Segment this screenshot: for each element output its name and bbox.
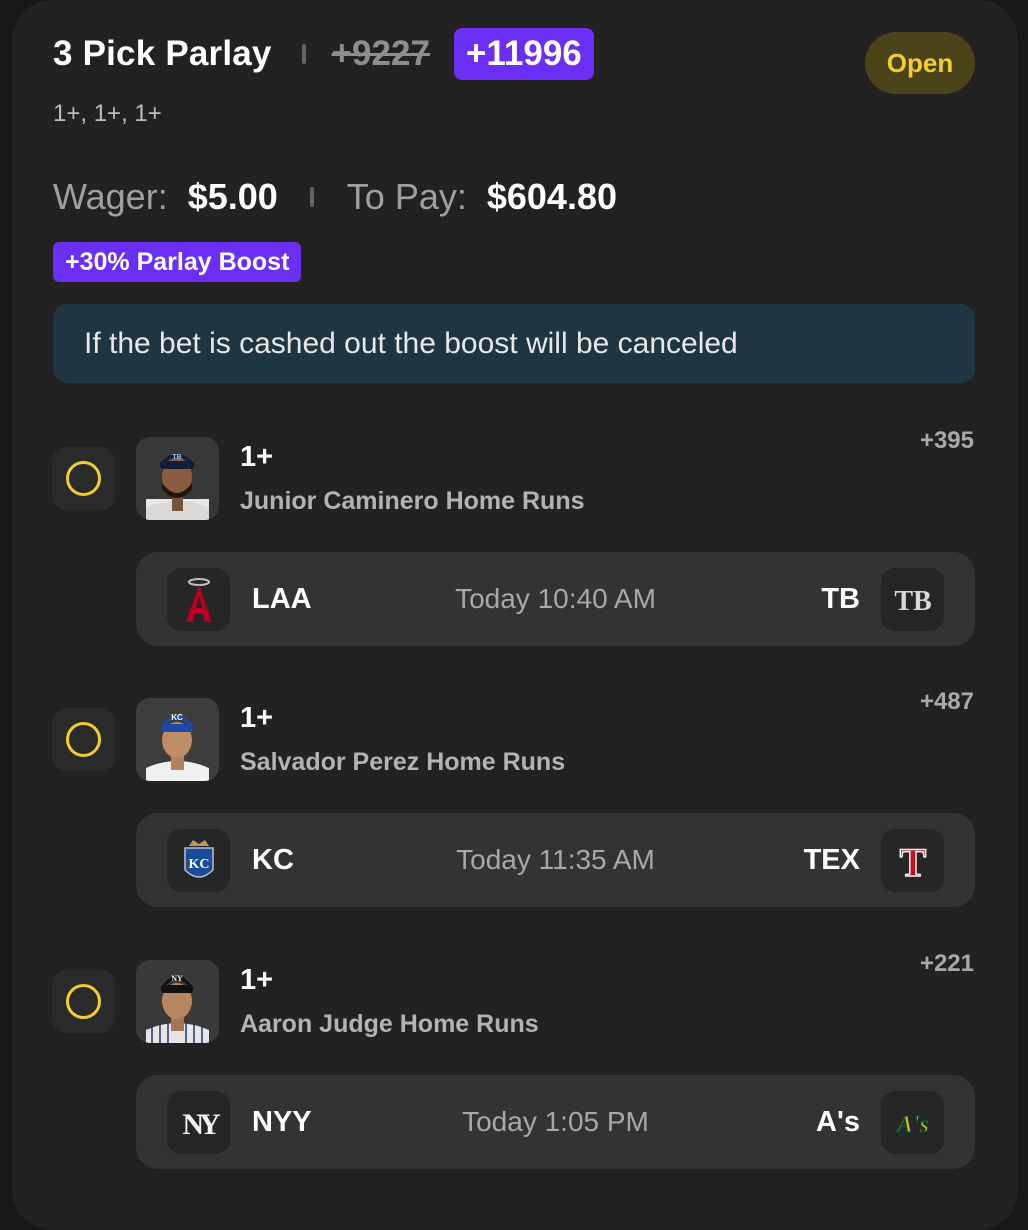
leg-odds: +221: [919, 950, 974, 977]
parlay-leg[interactable]: KC 1+ Salvador Perez Home Runs +487 KC K…: [0, 688, 1028, 938]
radio-unselected-icon: [66, 722, 101, 757]
wager-value: $5.00: [187, 176, 278, 217]
to-pay-value: $604.80: [486, 176, 617, 217]
parlay-boost-badge: +30% Parlay Boost: [53, 242, 302, 282]
legs-summary: 1+, 1+, 1+: [53, 100, 162, 127]
cashout-notice: If the bet is cashed out the boost will …: [53, 304, 975, 383]
player-headshot-icon: NY: [136, 960, 219, 1043]
player-headshot-icon: TB: [146, 453, 209, 520]
svg-text:KC: KC: [171, 713, 183, 722]
leg-line: 1+: [240, 702, 274, 734]
svg-text:A's: A's: [894, 1112, 928, 1138]
leg-status-button[interactable]: [52, 447, 115, 510]
divider: [301, 44, 306, 64]
leg-odds: +395: [919, 427, 974, 454]
original-odds: +9227: [331, 34, 430, 73]
boosted-odds-badge: +11996: [453, 28, 594, 80]
status-badge: Open: [865, 32, 975, 94]
player-headshot-icon: KC: [136, 698, 219, 781]
leg-line: 1+: [240, 441, 274, 473]
player-avatar: KC: [136, 698, 219, 781]
parlay-header: 3 Pick Parlay +9227 +11996: [53, 28, 594, 80]
leg-status-button[interactable]: [52, 970, 115, 1033]
game-matchup[interactable]: KC KC Today 11:35 AM TEX T: [136, 813, 975, 907]
game-matchup[interactable]: NY NYY Today 1:05 PM A's A's: [136, 1075, 975, 1169]
svg-text:T: T: [899, 840, 926, 884]
leg-odds: +487: [919, 688, 974, 715]
svg-text:TB: TB: [894, 586, 931, 617]
leg-market: Salvador Perez Home Runs: [240, 748, 566, 776]
to-pay-label: To Pay:: [346, 176, 467, 217]
svg-text:TB: TB: [172, 454, 181, 461]
leg-status-button[interactable]: [52, 708, 115, 771]
parlay-leg[interactable]: NY 1+ Aaron Judge Home Runs +221 NY NYY …: [0, 950, 1028, 1200]
athletics-logo-icon: A's: [881, 1091, 944, 1154]
svg-text:NY: NY: [171, 974, 183, 983]
wager-row: Wager: $5.00 To Pay: $604.80: [53, 172, 617, 222]
divider: [309, 187, 314, 207]
home-team: A's: [816, 1106, 860, 1138]
wager-label: Wager:: [53, 176, 168, 217]
parlay-title: 3 Pick Parlay: [53, 34, 272, 73]
leg-market: Aaron Judge Home Runs: [240, 1010, 539, 1038]
rangers-logo-icon: T: [881, 829, 944, 892]
radio-unselected-icon: [66, 461, 101, 496]
home-team: TB: [821, 583, 860, 615]
leg-market: Junior Caminero Home Runs: [240, 487, 585, 515]
leg-line: 1+: [240, 964, 274, 996]
game-matchup[interactable]: LAA Today 10:40 AM TB TB: [136, 552, 975, 646]
radio-unselected-icon: [66, 984, 101, 1019]
player-avatar: NY: [136, 960, 219, 1043]
home-team: TEX: [803, 844, 860, 876]
parlay-leg[interactable]: TB 1+ Junior Caminero Home Runs +395 LAA…: [0, 427, 1028, 677]
rays-logo-icon: TB: [881, 568, 944, 631]
player-avatar: TB: [136, 437, 219, 520]
